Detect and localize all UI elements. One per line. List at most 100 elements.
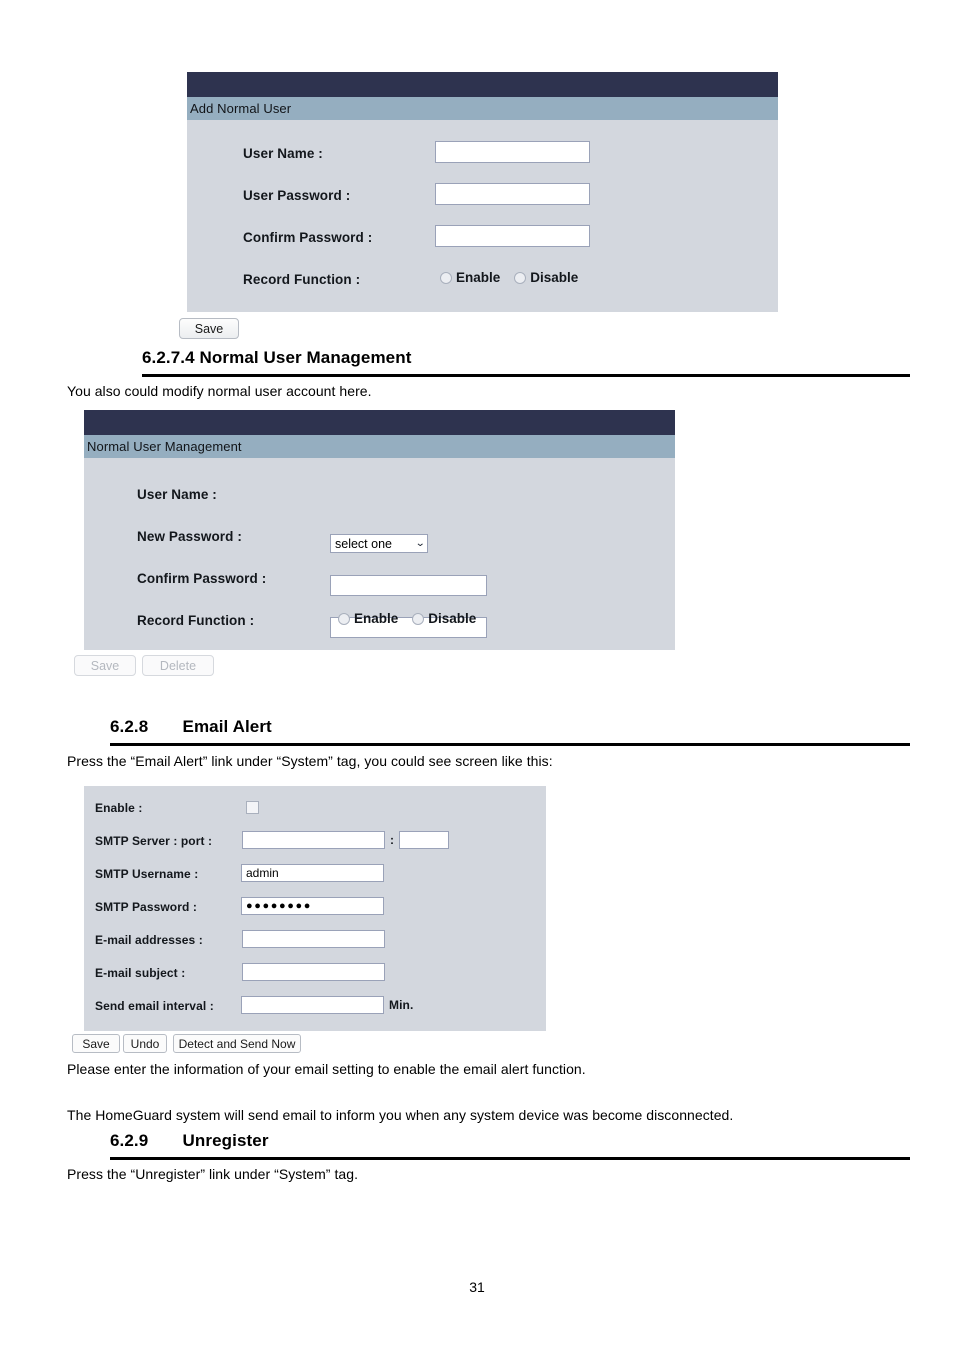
- smtp-server-label: SMTP Server : port :: [95, 834, 213, 848]
- field-row-enable: Enable :: [95, 801, 142, 815]
- section-number: 6.2.9: [110, 1131, 149, 1150]
- field-row-user-name: User Name :: [243, 146, 323, 161]
- record-function-label: Record Function :: [137, 613, 255, 628]
- section-heading-rule: [110, 1157, 910, 1160]
- send-email-interval-unit: Min.: [389, 998, 414, 1012]
- email-addresses-label: E-mail addresses :: [95, 933, 203, 947]
- send-email-interval-input[interactable]: [241, 996, 384, 1014]
- send-email-interval-label: Send email interval :: [95, 999, 214, 1013]
- panel-body: User Name : select one ⌄ New Password : …: [84, 458, 675, 650]
- new-password-label: New Password :: [137, 529, 242, 544]
- smtp-password-input-value: ●●●●●●●●: [246, 899, 312, 912]
- user-name-label: User Name :: [243, 146, 323, 161]
- section-heading-6-2-7-4: 6.2.7.4 Normal User Management: [142, 348, 411, 368]
- panel-top-bar: [187, 72, 778, 97]
- new-password-input[interactable]: [330, 575, 487, 596]
- smtp-username-label: SMTP Username :: [95, 867, 199, 881]
- user-name-label: User Name :: [137, 487, 217, 502]
- section-heading-gap: [148, 717, 182, 736]
- record-function-label: Record Function :: [243, 272, 361, 287]
- email-alert-undo-button[interactable]: Undo: [123, 1034, 167, 1053]
- normal-user-delete-label: Delete: [159, 658, 197, 673]
- email-alert-undo-label: Undo: [130, 1036, 160, 1051]
- record-enable-label: Enable: [354, 611, 399, 626]
- record-disable-radio[interactable]: [412, 612, 425, 625]
- record-function-radio-group: Enable Disable: [338, 611, 476, 626]
- enable-label: Enable :: [95, 801, 143, 815]
- user-password-label: User Password :: [243, 188, 351, 203]
- record-enable-radio[interactable]: [338, 612, 350, 625]
- page-number: 31: [469, 1279, 485, 1295]
- record-disable-label: Disable: [530, 270, 579, 285]
- record-enable-label: Enable: [456, 270, 501, 285]
- add-normal-user-save-label: Save: [194, 321, 224, 336]
- paragraph-email-alert-intro: Press the “Email Alert” link under “Syst…: [67, 753, 553, 769]
- smtp-username-input-value: admin: [246, 866, 279, 880]
- smtp-username-input[interactable]: admin: [241, 864, 384, 882]
- record-disable-radio[interactable]: [514, 271, 527, 284]
- smtp-password-label: SMTP Password :: [95, 900, 197, 914]
- section-heading-rule: [142, 374, 910, 377]
- user-name-select[interactable]: select one ⌄: [330, 534, 428, 553]
- add-normal-user-save-button[interactable]: Save: [179, 318, 239, 339]
- field-row-confirm-password: Confirm Password :: [137, 571, 266, 586]
- document-page: Add Normal User User Name : User Passwor…: [0, 0, 954, 1350]
- field-row-send-email-interval: Send email interval :: [95, 999, 214, 1013]
- email-addresses-input[interactable]: [242, 930, 385, 948]
- section-title: Email Alert: [182, 717, 272, 736]
- panel-title-bar: Add Normal User: [187, 97, 778, 120]
- smtp-password-input[interactable]: ●●●●●●●●: [241, 897, 384, 915]
- email-subject-input[interactable]: [242, 963, 385, 981]
- section-number: 6.2.8: [110, 717, 149, 736]
- section-heading-6-2-8: 6.2.8 Email Alert: [110, 717, 272, 737]
- smtp-port-separator: :: [390, 833, 395, 847]
- enable-checkbox[interactable]: [246, 801, 259, 814]
- field-row-smtp-username: SMTP Username :: [95, 867, 198, 881]
- paragraph-email-alert-note2: The HomeGuard system will send email to …: [67, 1107, 734, 1123]
- section-heading-6-2-9: 6.2.9 Unregister: [110, 1131, 269, 1151]
- email-alert-save-label: Save: [82, 1036, 110, 1051]
- paragraph-email-alert-note1: Please enter the information of your ema…: [67, 1061, 586, 1077]
- chevron-down-icon: ⌄: [414, 537, 426, 549]
- panel-title-text: Normal User Management: [87, 439, 242, 454]
- panel-body: User Name : User Password : Confirm Pass…: [187, 120, 778, 312]
- panel-title-bar: Normal User Management: [84, 435, 675, 458]
- field-row-smtp-server: SMTP Server : port :: [95, 834, 212, 848]
- record-disable-label: Disable: [428, 611, 477, 626]
- panel-top-bar: [84, 410, 675, 435]
- confirm-password-label: Confirm Password :: [137, 571, 267, 586]
- confirm-password-input[interactable]: [435, 225, 590, 247]
- field-row-smtp-password: SMTP Password :: [95, 900, 197, 914]
- email-alert-save-button[interactable]: Save: [72, 1034, 120, 1053]
- add-normal-user-panel: Add Normal User User Name : User Passwor…: [187, 72, 778, 312]
- user-name-input[interactable]: [435, 141, 590, 163]
- smtp-server-input[interactable]: [242, 831, 385, 849]
- panel-title-text: Add Normal User: [190, 101, 292, 116]
- user-password-input[interactable]: [435, 183, 590, 205]
- email-alert-detect-send-label: Detect and Send Now: [178, 1036, 296, 1051]
- user-name-select-value: select one: [335, 536, 392, 551]
- field-row-email-subject: E-mail subject :: [95, 966, 185, 980]
- normal-user-save-button[interactable]: Save: [74, 655, 136, 676]
- section-title: Unregister: [182, 1131, 269, 1150]
- email-alert-detect-send-button[interactable]: Detect and Send Now: [173, 1034, 301, 1053]
- section-number: 6.2.7.4: [142, 348, 195, 367]
- paragraph-normal-user-intro: You also could modify normal user accoun…: [67, 383, 372, 399]
- record-function-radio-group: Enable Disable: [440, 270, 578, 285]
- field-row-confirm-password: Confirm Password :: [243, 230, 372, 245]
- record-enable-radio[interactable]: [440, 271, 452, 284]
- field-row-user-name: User Name :: [137, 487, 217, 502]
- paragraph-unregister-intro: Press the “Unregister” link under “Syste…: [67, 1166, 359, 1182]
- email-subject-label: E-mail subject :: [95, 966, 186, 980]
- normal-user-save-label: Save: [90, 658, 120, 673]
- field-row-user-password: User Password :: [243, 188, 350, 203]
- section-heading-gap: [148, 1131, 182, 1150]
- email-alert-panel: Enable : SMTP Server : port : : SMTP Use…: [84, 786, 546, 1031]
- section-heading-rule: [110, 743, 910, 746]
- field-row-email-addresses: E-mail addresses :: [95, 933, 203, 947]
- section-title: Normal User Management: [199, 348, 412, 367]
- normal-user-delete-button[interactable]: Delete: [142, 655, 214, 676]
- panel-body: Enable : SMTP Server : port : : SMTP Use…: [84, 786, 546, 1031]
- smtp-port-input[interactable]: [399, 831, 449, 849]
- normal-user-management-panel: Normal User Management User Name : selec…: [84, 410, 675, 650]
